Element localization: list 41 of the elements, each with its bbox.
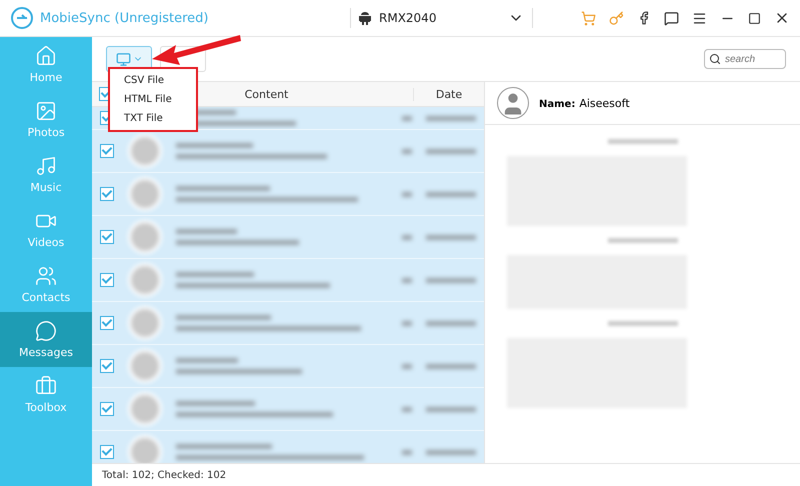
row-checkbox[interactable] xyxy=(100,273,114,287)
search-icon xyxy=(709,53,721,65)
menu-icon[interactable] xyxy=(692,10,707,26)
sidebar-item[interactable]: Photos xyxy=(0,92,92,147)
sidebar-item[interactable]: Videos xyxy=(0,202,92,257)
briefcase-icon xyxy=(35,375,57,397)
window-title: MobieSync (Unregistered) xyxy=(40,10,210,26)
sidebar-item[interactable]: Messages xyxy=(0,312,92,367)
row-checkbox[interactable] xyxy=(100,359,114,373)
blurred-timestamp xyxy=(608,238,678,243)
sidebar-item[interactable]: Contacts xyxy=(0,257,92,312)
menu-item[interactable]: HTML File xyxy=(110,90,196,109)
chat-bubble-icon xyxy=(35,320,57,342)
column-header[interactable]: Date xyxy=(413,88,484,100)
people-icon xyxy=(35,265,57,287)
monitor-icon xyxy=(116,52,130,66)
row-checkbox[interactable] xyxy=(100,230,114,244)
contact-name: Name: Aiseesoft xyxy=(539,96,630,110)
menu-item[interactable]: TXT File xyxy=(110,109,196,128)
row-checkbox[interactable] xyxy=(100,316,114,330)
search-field[interactable]: search xyxy=(704,49,786,69)
device-selector[interactable]: RMX2040 xyxy=(350,8,533,28)
status-text: Total: 102; Checked: 102 xyxy=(92,463,800,486)
menu-item[interactable]: CSV File xyxy=(110,71,196,90)
picture-icon xyxy=(35,100,57,122)
chat-icon[interactable] xyxy=(664,10,679,26)
row-checkbox[interactable] xyxy=(100,445,114,459)
row-checkbox[interactable] xyxy=(100,402,114,416)
blurred-timestamp xyxy=(608,321,678,326)
sidebar-item[interactable]: Toolbox xyxy=(0,367,92,422)
row-checkbox[interactable] xyxy=(100,187,114,201)
home-icon xyxy=(35,45,57,67)
android-icon xyxy=(359,11,371,25)
maximize-icon[interactable] xyxy=(748,12,761,24)
avatar-silhouette-icon xyxy=(497,87,529,119)
sync-logo-icon xyxy=(10,6,34,30)
sidebar-item[interactable]: Music xyxy=(0,147,92,202)
sidebar-item[interactable]: Home xyxy=(0,37,92,92)
row-checkbox[interactable] xyxy=(100,144,114,158)
music-note-icon xyxy=(35,155,57,177)
blurred-timestamp xyxy=(608,139,678,144)
